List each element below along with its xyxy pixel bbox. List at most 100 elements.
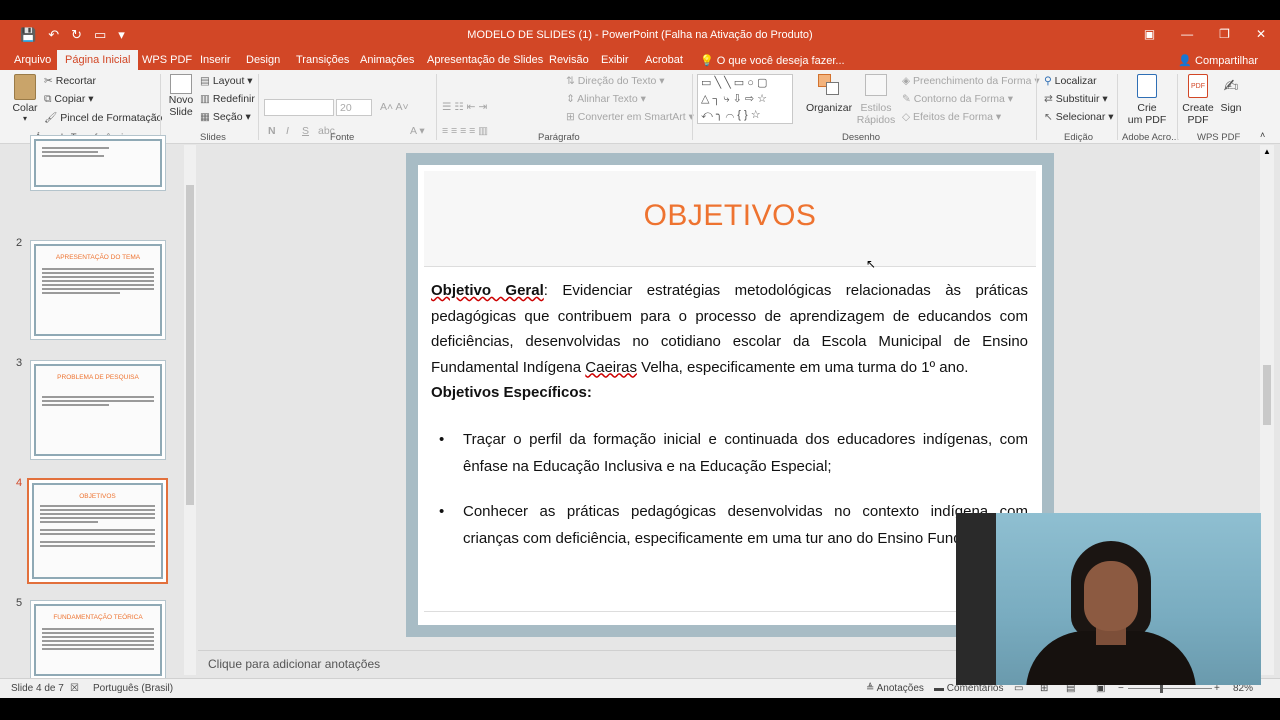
slide-canvas: OBJETIVOS Objetivo Geral: Evidenciar est… bbox=[418, 165, 1042, 625]
slide-number: 3 bbox=[16, 357, 23, 369]
divider bbox=[1036, 74, 1037, 140]
content-placeholder[interactable]: Objetivo Geral: Evidenciar estratégias m… bbox=[431, 278, 1028, 570]
effects-icon: ◇ bbox=[902, 111, 911, 123]
tab-animacoes[interactable]: Animações bbox=[360, 54, 414, 66]
paste-button[interactable]: Colar ▾ bbox=[12, 74, 38, 123]
comment-icon: ▬ bbox=[934, 683, 944, 694]
group-label-drawing: Desenho bbox=[842, 132, 881, 143]
shape-outline-button[interactable]: ✎ Contorno da Forma ▾ bbox=[902, 93, 1013, 105]
zoom-slider[interactable] bbox=[1128, 688, 1212, 689]
grow-font-icon[interactable]: A˄ A˅ bbox=[380, 101, 409, 113]
zoom-slider-thumb[interactable] bbox=[1160, 684, 1163, 693]
scroll-up-icon[interactable]: ▲ bbox=[1263, 147, 1271, 156]
tab-inserir[interactable]: Inserir bbox=[200, 54, 231, 66]
chevron-down-icon: ▾ bbox=[22, 114, 27, 123]
create-pdf-adobe-button[interactable]: Crie um PDF bbox=[1124, 74, 1170, 126]
shape-effects-button[interactable]: ◇ Efeitos de Forma ▾ bbox=[902, 111, 1001, 123]
replace-icon: ⇄ bbox=[1044, 93, 1053, 105]
replace-button[interactable]: ⇄ Substituir ▾ bbox=[1044, 93, 1108, 105]
slide-thumbnail-5[interactable]: FUNDAMENTAÇÃO TEÓRICA bbox=[30, 600, 166, 680]
minimize-icon[interactable]: — bbox=[1181, 27, 1193, 41]
spellcheck-icon[interactable]: ☒ bbox=[70, 683, 79, 694]
tab-pagina-inicial[interactable]: Página Inicial bbox=[57, 50, 139, 70]
ribbon-display-icon[interactable]: ▣ bbox=[1144, 27, 1155, 41]
underline-button[interactable]: S bbox=[302, 125, 309, 137]
copy-label: Copiar bbox=[54, 93, 86, 105]
tab-exibir[interactable]: Exibir bbox=[601, 54, 629, 66]
section-button[interactable]: ▦ Seção ▾ bbox=[200, 111, 251, 123]
font-color-icon[interactable]: A ▾ bbox=[410, 125, 425, 137]
create-pdf-adobe-label-2: um PDF bbox=[1127, 114, 1167, 126]
general-objective-label: Objetivo Geral bbox=[431, 282, 544, 299]
slide-thumbnail-2[interactable]: APRESENTAÇÃO DO TEMA bbox=[30, 240, 166, 340]
thumbnail-lines bbox=[40, 505, 155, 549]
scissors-icon: ✂ bbox=[44, 75, 53, 87]
shape-fill-button[interactable]: ◈ Preenchimento da Forma ▾ bbox=[902, 75, 1040, 87]
tab-revisao[interactable]: Revisão bbox=[549, 54, 589, 66]
text-direction-button[interactable]: ⇅ Direção do Texto ▾ bbox=[566, 75, 665, 87]
font-name-field[interactable] bbox=[264, 99, 334, 116]
divider bbox=[258, 74, 259, 140]
bold-button[interactable]: N bbox=[268, 125, 276, 137]
tab-acrobat[interactable]: Acrobat bbox=[645, 54, 683, 66]
tab-transicoes[interactable]: Transições bbox=[296, 54, 349, 66]
slide-thumbnails-pane: 2 APRESENTAÇÃO DO TEMA 3 PROBLEMA DE PES… bbox=[0, 135, 198, 680]
general-objective-paragraph: Objetivo Geral: Evidenciar estratégias m… bbox=[431, 278, 1028, 380]
share-button[interactable]: 👤 Compartilhar bbox=[1178, 54, 1258, 67]
scrollbar-thumb[interactable] bbox=[1263, 365, 1271, 425]
tab-design[interactable]: Design bbox=[246, 54, 280, 66]
slide-thumbnail-1[interactable] bbox=[30, 135, 166, 191]
smartart-button[interactable]: ⊞ Converter em SmartArt ▾ bbox=[566, 111, 694, 123]
reset-button[interactable]: ▥ Redefinir bbox=[200, 93, 255, 105]
copy-button[interactable]: ⧉ Copiar ▾ bbox=[44, 93, 94, 106]
bullets-icon[interactable]: ☰ ☷ ⇤ ⇥ bbox=[442, 101, 487, 113]
ribbon: Colar ▾ ✂ Recortar ⧉ Copiar ▾ 🖌 Pincel d… bbox=[0, 70, 1280, 144]
slide-number: 4 bbox=[16, 477, 23, 489]
italic-button[interactable]: I bbox=[286, 125, 289, 137]
align-text-button[interactable]: ⇕ Alinhar Texto ▾ bbox=[566, 93, 646, 105]
shapes-gallery[interactable]: ▭ ╲ ╲ ▭ ○ ▢ △ ┐ ⤷ ⇩ ⇨ ☆ ⤺ ╮ ⌒ { } ☆ bbox=[697, 74, 793, 124]
tab-apresentacao[interactable]: Apresentação de Slides bbox=[427, 54, 543, 66]
group-label-font: Fonte bbox=[330, 132, 355, 143]
close-icon[interactable]: ✕ bbox=[1256, 27, 1266, 41]
create-pdf-wps-label-2: PDF bbox=[1187, 114, 1209, 126]
notes-toggle[interactable]: ≜ Anotações bbox=[866, 683, 924, 694]
arrange-button[interactable]: Organizar bbox=[806, 74, 852, 114]
font-size-field[interactable]: 20 bbox=[336, 99, 372, 116]
select-label: Selecionar bbox=[1055, 111, 1106, 123]
paint-bucket-icon: ◈ bbox=[902, 75, 911, 87]
align-icons[interactable]: ≡ ≡ ≡ ≡ ▥ bbox=[442, 125, 488, 137]
cut-button[interactable]: ✂ Recortar bbox=[44, 75, 96, 87]
slide-scrollbar[interactable]: ▲ bbox=[1260, 145, 1274, 675]
scrollbar-thumb[interactable] bbox=[186, 185, 194, 505]
collapse-ribbon-icon[interactable]: ˄ bbox=[1260, 130, 1265, 140]
create-pdf-wps-button[interactable]: PDF Create PDF bbox=[1182, 74, 1214, 126]
layout-label: Layout bbox=[212, 75, 245, 87]
title-placeholder[interactable]: OBJETIVOS bbox=[424, 171, 1036, 267]
quick-styles-button[interactable]: Estilos Rápidos bbox=[855, 74, 897, 126]
arrange-icon bbox=[818, 74, 840, 96]
select-button[interactable]: ↖ Selecionar ▾ bbox=[1044, 111, 1114, 123]
thumbnail-title: APRESENTAÇÃO DO TEMA bbox=[55, 254, 141, 261]
tab-arquivo[interactable]: Arquivo bbox=[14, 54, 51, 66]
section-label: Seção bbox=[212, 111, 243, 123]
restore-icon[interactable]: ❐ bbox=[1219, 27, 1230, 41]
thumbnail-lines bbox=[42, 628, 154, 652]
find-button[interactable]: ⚲ Localizar bbox=[1044, 75, 1097, 87]
group-label-adobe: Adobe Acro... bbox=[1122, 132, 1180, 143]
tell-me-search[interactable]: 💡 O que você deseja fazer... bbox=[700, 54, 845, 67]
format-painter-button[interactable]: 🖌 Pincel de Formatação bbox=[44, 111, 162, 124]
layout-icon: ▤ bbox=[200, 75, 210, 87]
slide-thumbnail-3[interactable]: PROBLEMA DE PESQUISA bbox=[30, 360, 166, 460]
thumbnails-scrollbar[interactable] bbox=[184, 145, 196, 675]
sign-button[interactable]: ✍ Sign bbox=[1218, 74, 1244, 114]
section-icon: ▦ bbox=[200, 111, 210, 123]
language-indicator[interactable]: Português (Brasil) bbox=[93, 683, 173, 694]
presenter-face bbox=[1084, 561, 1138, 631]
brush-icon: 🖌 bbox=[44, 112, 58, 124]
new-slide-button[interactable]: Novo Slide bbox=[166, 74, 196, 118]
slide-thumbnail-4[interactable]: OBJETIVOS bbox=[27, 478, 168, 584]
layout-button[interactable]: ▤ Layout ▾ bbox=[200, 75, 253, 87]
align-text-label: Alinhar Texto bbox=[577, 93, 638, 105]
tab-wps-pdf[interactable]: WPS PDF bbox=[142, 54, 192, 66]
